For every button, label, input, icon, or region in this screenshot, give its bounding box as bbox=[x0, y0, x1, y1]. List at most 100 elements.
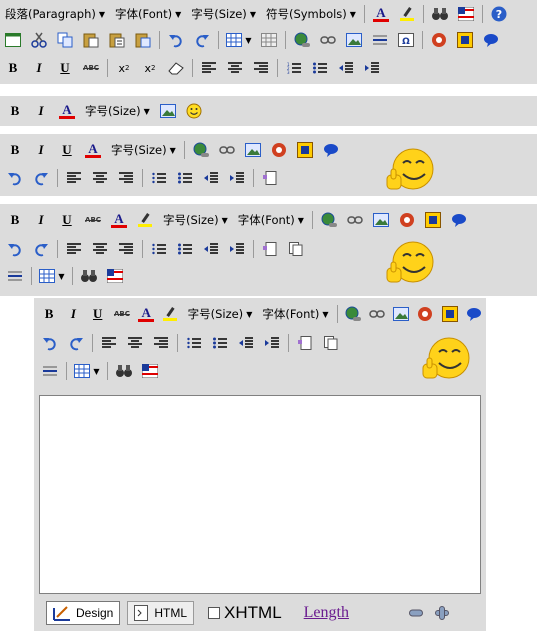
size-dropdown[interactable]: 字号(Size) ▼ bbox=[185, 303, 256, 325]
highlight-button[interactable] bbox=[134, 209, 156, 231]
xhtml-toggle[interactable]: XHTML bbox=[208, 603, 282, 623]
font-color-button[interactable]: A bbox=[56, 100, 78, 122]
new-window-button[interactable] bbox=[2, 29, 24, 51]
flag-button[interactable] bbox=[139, 360, 161, 382]
table-button[interactable]: ▼ bbox=[224, 29, 254, 51]
help-button[interactable]: ? bbox=[488, 3, 510, 25]
paste-plain-button[interactable] bbox=[259, 167, 281, 189]
flash-button[interactable] bbox=[396, 209, 418, 231]
tab-design[interactable]: Design bbox=[46, 601, 121, 625]
strikethrough-button[interactable]: ABC bbox=[80, 57, 102, 79]
italic-button[interactable]: I bbox=[30, 209, 52, 231]
highlight-button[interactable] bbox=[160, 303, 180, 325]
underline-button[interactable]: U bbox=[88, 303, 108, 325]
paste-button[interactable] bbox=[80, 29, 102, 51]
paste-plain-button[interactable] bbox=[294, 332, 316, 354]
underline-button[interactable]: U bbox=[56, 209, 78, 231]
size-dropdown[interactable]: 字号(Size) ▼ bbox=[108, 139, 179, 161]
flag-button[interactable] bbox=[455, 3, 477, 25]
bold-button[interactable]: B bbox=[4, 100, 26, 122]
image-button[interactable] bbox=[343, 29, 365, 51]
unordered-list-button[interactable] bbox=[174, 238, 196, 260]
ordered-list-button[interactable]: 123 bbox=[283, 57, 305, 79]
align-right-button[interactable] bbox=[115, 167, 137, 189]
ordered-list-button[interactable] bbox=[148, 238, 170, 260]
media-button[interactable] bbox=[454, 29, 476, 51]
find-button[interactable] bbox=[78, 265, 100, 287]
size-dropdown[interactable]: 字号(Size) ▼ bbox=[160, 209, 231, 231]
subscript-button[interactable]: x2 bbox=[139, 57, 161, 79]
redo-button[interactable] bbox=[30, 167, 52, 189]
special-char-button[interactable]: Ω bbox=[395, 29, 417, 51]
unlink-button[interactable] bbox=[367, 303, 387, 325]
font-dropdown[interactable]: 字体(Font) ▼ bbox=[259, 303, 331, 325]
paste-plain-button[interactable] bbox=[259, 238, 281, 260]
indent-button[interactable] bbox=[361, 57, 383, 79]
media-button[interactable] bbox=[422, 209, 444, 231]
unordered-list-button[interactable] bbox=[174, 167, 196, 189]
bold-button[interactable]: B bbox=[39, 303, 59, 325]
paste-text-button[interactable] bbox=[106, 29, 128, 51]
align-center-button[interactable] bbox=[124, 332, 146, 354]
size-dropdown[interactable]: 字号(Size) ▼ bbox=[188, 3, 259, 25]
highlight-button[interactable] bbox=[396, 3, 418, 25]
shrink-button[interactable] bbox=[405, 602, 427, 624]
outdent-button[interactable] bbox=[200, 167, 222, 189]
link-button[interactable] bbox=[318, 209, 340, 231]
tab-html[interactable]: HTML bbox=[127, 601, 195, 625]
bold-button[interactable]: B bbox=[4, 139, 26, 161]
font-color-button[interactable]: A bbox=[108, 209, 130, 231]
bold-button[interactable]: B bbox=[4, 209, 26, 231]
font-color-button[interactable]: A bbox=[370, 3, 392, 25]
underline-button[interactable]: U bbox=[56, 139, 78, 161]
copy-button[interactable] bbox=[54, 29, 76, 51]
hr-button[interactable] bbox=[39, 360, 61, 382]
redo-button[interactable] bbox=[30, 238, 52, 260]
emoticon-button[interactable] bbox=[480, 29, 502, 51]
undo-button[interactable] bbox=[165, 29, 187, 51]
flag-button[interactable] bbox=[104, 265, 126, 287]
smiley-button[interactable] bbox=[183, 100, 205, 122]
outdent-button[interactable] bbox=[335, 57, 357, 79]
strikethrough-button[interactable]: ABC bbox=[112, 303, 132, 325]
font-color-button[interactable]: A bbox=[136, 303, 156, 325]
hr-button[interactable] bbox=[4, 265, 26, 287]
bold-button[interactable]: B bbox=[2, 57, 24, 79]
hr-button[interactable] bbox=[369, 29, 391, 51]
copy-format-button[interactable] bbox=[285, 238, 307, 260]
unlink-button[interactable] bbox=[317, 29, 339, 51]
find-button[interactable] bbox=[429, 3, 451, 25]
outdent-button[interactable] bbox=[200, 238, 222, 260]
size-dropdown[interactable]: 字号(Size) ▼ bbox=[82, 100, 153, 122]
table-button[interactable]: ▼ bbox=[72, 360, 102, 382]
outdent-button[interactable] bbox=[235, 332, 257, 354]
ordered-list-button[interactable] bbox=[148, 167, 170, 189]
editor-content-area[interactable] bbox=[39, 395, 481, 594]
find-button[interactable] bbox=[113, 360, 135, 382]
align-right-button[interactable] bbox=[250, 57, 272, 79]
table-props-button[interactable] bbox=[258, 29, 280, 51]
align-center-button[interactable] bbox=[224, 57, 246, 79]
italic-button[interactable]: I bbox=[30, 139, 52, 161]
media-button[interactable] bbox=[440, 303, 460, 325]
image-button[interactable] bbox=[157, 100, 179, 122]
link-button[interactable] bbox=[291, 29, 313, 51]
cut-button[interactable] bbox=[28, 29, 50, 51]
font-dropdown[interactable]: 字体(Font) ▼ bbox=[112, 3, 184, 25]
image-button[interactable] bbox=[391, 303, 411, 325]
align-left-button[interactable] bbox=[63, 167, 85, 189]
font-dropdown[interactable]: 字体(Font) ▼ bbox=[235, 209, 307, 231]
emoticon-button[interactable] bbox=[464, 303, 484, 325]
align-left-button[interactable] bbox=[98, 332, 120, 354]
align-left-button[interactable] bbox=[63, 238, 85, 260]
italic-button[interactable]: I bbox=[30, 100, 52, 122]
symbols-dropdown[interactable]: 符号(Symbols) ▼ bbox=[263, 3, 359, 25]
emoticon-button[interactable] bbox=[320, 139, 342, 161]
unordered-list-button[interactable] bbox=[209, 332, 231, 354]
underline-button[interactable]: U bbox=[54, 57, 76, 79]
redo-button[interactable] bbox=[191, 29, 213, 51]
strikethrough-button[interactable]: ABC bbox=[82, 209, 104, 231]
table-button[interactable]: ▼ bbox=[37, 265, 67, 287]
length-link[interactable]: Length bbox=[304, 604, 349, 622]
paste-word-button[interactable] bbox=[132, 29, 154, 51]
